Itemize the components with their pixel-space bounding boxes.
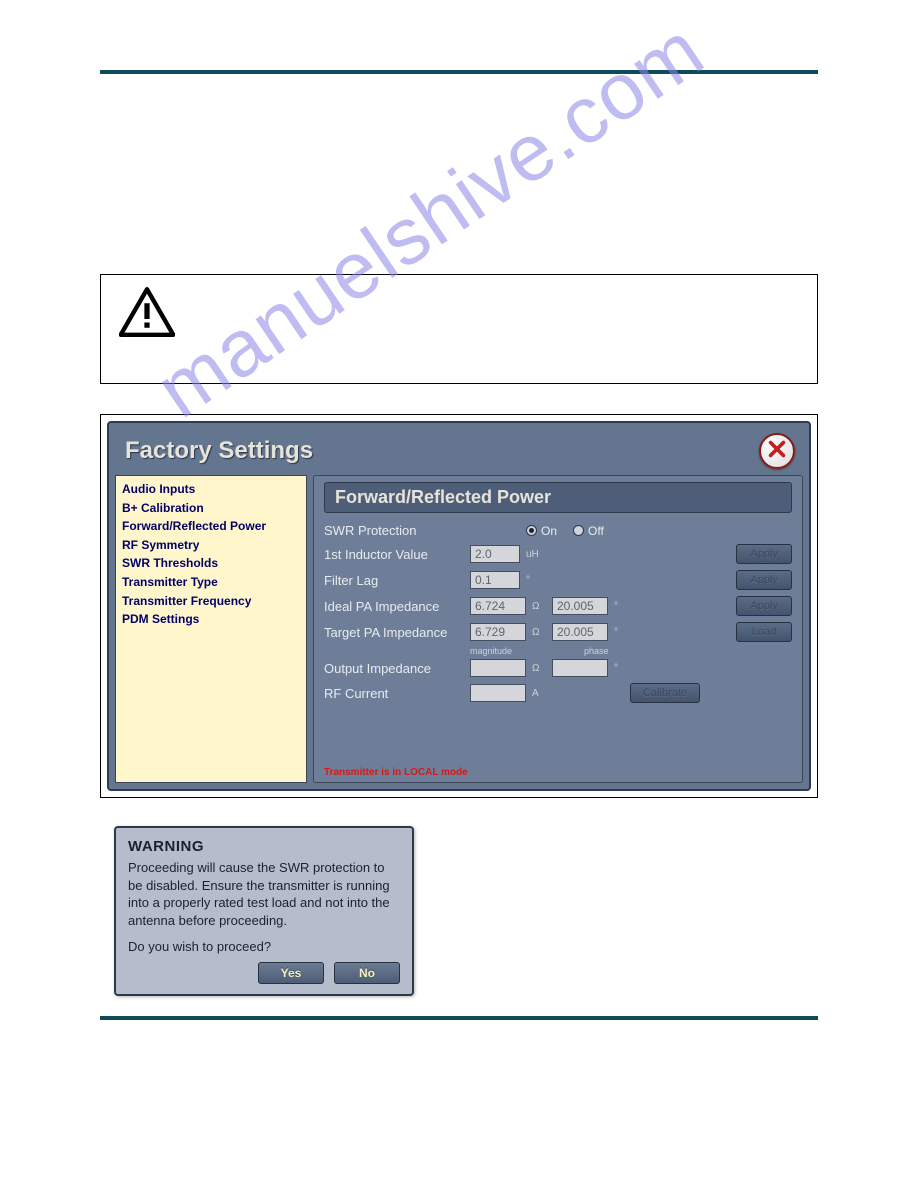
inductor-label: 1st Inductor Value bbox=[324, 547, 464, 562]
sidebar-item-fwd-refl-power[interactable]: Forward/Reflected Power bbox=[122, 517, 300, 536]
output-mag-unit: Ω bbox=[532, 663, 546, 674]
warning-triangle-icon bbox=[119, 287, 175, 337]
sidebar-item-pdm-settings[interactable]: PDM Settings bbox=[122, 610, 300, 629]
col-magnitude: magnitude bbox=[470, 646, 512, 656]
close-button[interactable] bbox=[759, 433, 795, 469]
ideal-mag-unit: Ω bbox=[532, 601, 546, 612]
sidebar-item-swr-thresholds[interactable]: SWR Thresholds bbox=[122, 554, 300, 573]
apply-button-3[interactable]: Apply bbox=[736, 596, 792, 616]
ideal-phase-input[interactable] bbox=[552, 597, 608, 615]
bottom-divider bbox=[100, 1016, 818, 1020]
calibrate-button[interactable]: Calibrate bbox=[630, 683, 700, 703]
sidebar-item-audio-inputs[interactable]: Audio Inputs bbox=[122, 480, 300, 499]
warning-dialog: WARNING Proceeding will cause the SWR pr… bbox=[114, 826, 414, 996]
ideal-pa-label: Ideal PA Impedance bbox=[324, 599, 464, 614]
sidebar-item-transmitter-type[interactable]: Transmitter Type bbox=[122, 573, 300, 592]
page: Factory Settings Audio Inputs B+ Calibra… bbox=[0, 0, 918, 1060]
output-mag-input[interactable] bbox=[470, 659, 526, 677]
filter-lag-unit: ° bbox=[526, 575, 540, 586]
rf-current-label: RF Current bbox=[324, 686, 464, 701]
swr-on-radio[interactable]: On bbox=[526, 524, 557, 538]
factory-settings-figure: Factory Settings Audio Inputs B+ Calibra… bbox=[100, 414, 818, 798]
output-phase-unit: ° bbox=[614, 663, 628, 674]
swr-off-label: Off bbox=[588, 524, 604, 538]
warning-body: Proceeding will cause the SWR protection… bbox=[128, 859, 400, 929]
col-phase: phase bbox=[584, 646, 609, 656]
swr-protection-label: SWR Protection bbox=[324, 523, 464, 538]
target-mag-unit: Ω bbox=[532, 627, 546, 638]
output-impedance-label: Output Impedance bbox=[324, 661, 464, 676]
target-pa-label: Target PA Impedance bbox=[324, 625, 464, 640]
filter-lag-input[interactable] bbox=[470, 571, 520, 589]
radio-selected-icon bbox=[526, 525, 537, 536]
yes-button[interactable]: Yes bbox=[258, 962, 324, 984]
output-phase-input[interactable] bbox=[552, 659, 608, 677]
target-phase-unit: ° bbox=[614, 627, 628, 638]
sidebar-item-rf-symmetry[interactable]: RF Symmetry bbox=[122, 536, 300, 555]
swr-off-radio[interactable]: Off bbox=[573, 524, 604, 538]
no-button[interactable]: No bbox=[334, 962, 400, 984]
warning-title: WARNING bbox=[128, 838, 400, 855]
target-phase-input[interactable] bbox=[552, 623, 608, 641]
inductor-unit: uH bbox=[526, 549, 540, 560]
target-mag-input[interactable] bbox=[470, 623, 526, 641]
sidebar-item-transmitter-frequency[interactable]: Transmitter Frequency bbox=[122, 592, 300, 611]
ideal-phase-unit: ° bbox=[614, 601, 628, 612]
swr-on-label: On bbox=[541, 524, 557, 538]
close-icon bbox=[766, 438, 788, 465]
load-button[interactable]: Load bbox=[736, 622, 792, 642]
main-panel-title: Forward/Reflected Power bbox=[324, 482, 792, 513]
filter-lag-label: Filter Lag bbox=[324, 573, 464, 588]
rf-current-unit: A bbox=[532, 688, 546, 699]
apply-button-1[interactable]: Apply bbox=[736, 544, 792, 564]
factory-settings-panel: Factory Settings Audio Inputs B+ Calibra… bbox=[107, 421, 811, 791]
sidebar-item-b-calibration[interactable]: B+ Calibration bbox=[122, 499, 300, 518]
inductor-input[interactable] bbox=[470, 545, 520, 563]
apply-button-2[interactable]: Apply bbox=[736, 570, 792, 590]
rf-current-input[interactable] bbox=[470, 684, 526, 702]
caution-box bbox=[100, 274, 818, 384]
radio-unselected-icon bbox=[573, 525, 584, 536]
ideal-mag-input[interactable] bbox=[470, 597, 526, 615]
sidebar: Audio Inputs B+ Calibration Forward/Refl… bbox=[115, 475, 307, 783]
main-panel: Forward/Reflected Power SWR Protection O… bbox=[313, 475, 803, 783]
warning-question: Do you wish to proceed? bbox=[128, 939, 400, 954]
status-footer: Transmitter is in LOCAL mode bbox=[324, 767, 468, 778]
panel-title: Factory Settings bbox=[125, 437, 313, 465]
top-divider bbox=[100, 70, 818, 74]
